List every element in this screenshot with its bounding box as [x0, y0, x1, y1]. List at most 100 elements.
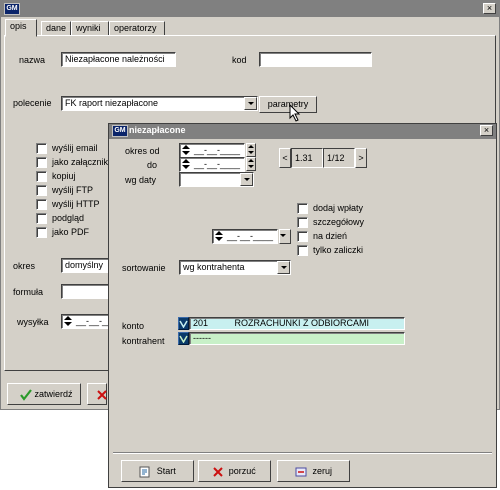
kod-label: kod — [232, 55, 247, 65]
close-icon[interactable]: × — [480, 125, 493, 136]
chevron-right-icon: > — [358, 153, 364, 163]
porzuc-label: porzuć — [228, 466, 256, 476]
option-label: wyślij email — [52, 143, 98, 153]
okres-od-field[interactable]: __-__-____ — [179, 143, 245, 158]
tab-label: operatorzy — [114, 23, 157, 33]
parametry-button[interactable]: parametry — [259, 96, 317, 113]
spinner-icon[interactable] — [215, 231, 223, 242]
do-label: do — [147, 160, 158, 170]
app-icon: GM — [112, 125, 128, 137]
kontrahent-dropdown-button[interactable] — [178, 332, 189, 345]
spinner-icon[interactable] — [182, 145, 190, 156]
option-label: tylko zaliczki — [313, 245, 364, 255]
main-titlebar: GM × — [1, 1, 499, 17]
okres-od-value: __-__-____ — [194, 145, 241, 155]
polecenie-label: polecenie — [13, 98, 52, 108]
checkbox-na-dzien[interactable] — [297, 231, 308, 242]
formula-field[interactable] — [61, 284, 113, 299]
spinner-icon[interactable] — [182, 159, 190, 170]
konto-label: konto — [122, 321, 145, 331]
zeruj-label: zeruj — [312, 466, 333, 476]
tab-dane[interactable]: dane — [41, 21, 71, 36]
sortowanie-label: sortowanie — [122, 263, 166, 273]
tab-operatorzy[interactable]: operatorzy — [109, 21, 165, 36]
option-label: jako PDF — [52, 227, 90, 237]
dialog-window: GM niezapłacone × okres od __-__-____ do… — [108, 123, 497, 488]
checkbox-wyslij-ftp[interactable] — [36, 185, 47, 196]
period-value: 1.31 — [291, 148, 323, 168]
report-icon — [139, 466, 150, 478]
checkbox-szczegolowy[interactable] — [297, 217, 308, 228]
konto-code: 201 — [193, 318, 209, 328]
sortowanie-value: wg kontrahenta — [183, 262, 245, 272]
option-label: kopiuj — [52, 171, 76, 181]
kontrahent-field[interactable]: ------ — [189, 332, 405, 345]
chevron-down-icon — [277, 230, 290, 243]
period-fraction: 1/​12 — [323, 148, 355, 168]
do-value: __-__-____ — [194, 159, 241, 169]
chevron-down-icon[interactable] — [240, 173, 253, 186]
chevron-left-icon: < — [282, 153, 288, 163]
close-icon — [213, 466, 223, 477]
checkbox-wyslij-http[interactable] — [36, 199, 47, 210]
chevron-down-icon[interactable] — [277, 261, 290, 274]
option-label: jako załącznik — [52, 157, 109, 167]
option-label: wyślij FTP — [52, 185, 93, 195]
checkbox-dodaj-wplaty[interactable] — [297, 203, 308, 214]
tab-opis[interactable]: opis — [5, 19, 37, 37]
kontrahent-label: kontrahent — [122, 336, 165, 346]
close-icon[interactable]: × — [483, 3, 496, 14]
start-button[interactable]: Start — [121, 460, 194, 482]
wg-daty-label: wg daty — [125, 175, 157, 185]
kod-field[interactable] — [259, 52, 372, 67]
wysylka-date-field[interactable]: __-__-____ — [61, 314, 113, 329]
close-icon — [97, 389, 107, 400]
checkbox-podglad[interactable] — [36, 213, 47, 224]
period-next-button[interactable]: > — [355, 148, 367, 168]
app-icon: GM — [4, 3, 20, 15]
checkbox-jako-zalacznik[interactable] — [36, 157, 47, 168]
tab-label: opis — [10, 21, 27, 31]
cancel-button[interactable] — [87, 383, 107, 405]
wg-daty-select[interactable] — [179, 172, 254, 187]
chevron-down-icon — [179, 320, 188, 328]
checkmark-icon — [20, 388, 32, 401]
na-dzien-dropdown-button[interactable] — [279, 229, 291, 244]
chevron-down-icon — [179, 335, 188, 343]
nazwa-label: nazwa — [19, 55, 46, 65]
parametry-label: parametry — [267, 99, 309, 109]
tab-wyniki[interactable]: wyniki — [71, 21, 109, 36]
date-value: __-__-____ — [227, 231, 274, 241]
option-label: wyślij HTTP — [52, 199, 100, 209]
polecenie-value: FK raport niezapłacone — [65, 98, 159, 108]
mouse-cursor-icon — [289, 104, 301, 122]
option-label: szczegółowy — [313, 217, 365, 227]
dialog-titlebar: GM niezapłacone × — [109, 124, 496, 139]
period-prev-button[interactable]: < — [279, 148, 291, 168]
zatwierdz-button[interactable]: zatwierdź — [7, 383, 81, 405]
checkbox-kopiuj[interactable] — [36, 171, 47, 182]
nazwa-field[interactable]: Niezapłacone należności — [61, 52, 176, 67]
checkbox-tylko-zaliczki[interactable] — [297, 245, 308, 256]
konto-dropdown-button[interactable] — [178, 317, 189, 330]
checkbox-jako-pdf[interactable] — [36, 227, 47, 238]
okres-label: okres — [13, 261, 36, 271]
na-dzien-date-field[interactable]: __-__-____ — [212, 229, 278, 244]
polecenie-select[interactable]: FK raport niezapłacone — [61, 96, 258, 111]
wysylka-label: wysyłka — [17, 317, 49, 327]
do-field[interactable]: __-__-____ — [179, 157, 245, 172]
chevron-down-icon[interactable] — [244, 97, 257, 110]
konto-field[interactable]: 201 ROZRACHUNKI Z ODBIORCAMI — [189, 317, 405, 330]
checkbox-wyslij-email[interactable] — [36, 143, 47, 154]
konto-name: ROZRACHUNKI Z ODBIORCAMI — [234, 318, 370, 328]
option-label: dodaj wpłaty — [313, 203, 364, 213]
spinner-icon[interactable] — [64, 316, 72, 327]
do-spin-button[interactable] — [246, 157, 256, 171]
zeruj-button[interactable]: zeruj — [277, 460, 350, 482]
okres-od-spin-button[interactable] — [246, 143, 256, 157]
porzuc-button[interactable]: porzuć — [198, 460, 271, 482]
start-label: Start — [156, 466, 176, 476]
okres-select[interactable]: domyślny — [61, 258, 113, 273]
tab-label: wyniki — [76, 23, 101, 33]
sortowanie-select[interactable]: wg kontrahenta — [179, 260, 291, 275]
